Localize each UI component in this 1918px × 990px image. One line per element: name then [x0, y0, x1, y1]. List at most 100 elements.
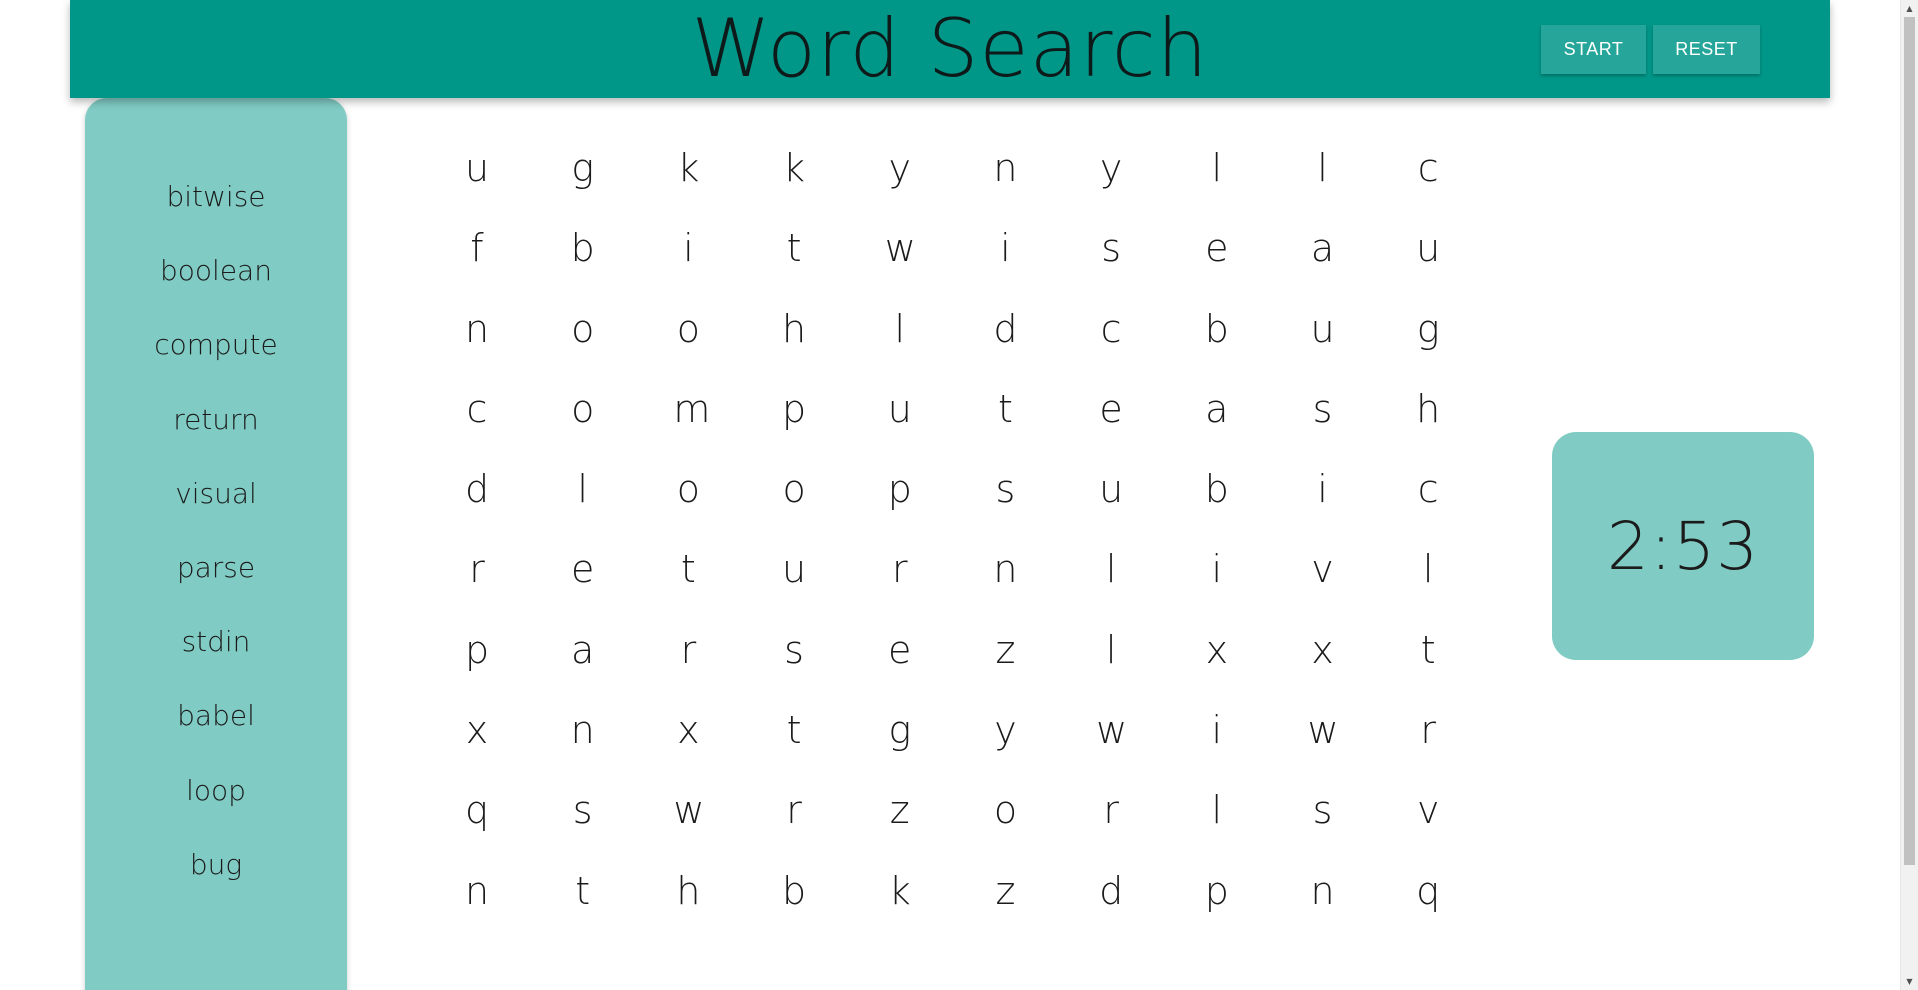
grid-cell[interactable]: z [845, 788, 951, 868]
grid-cell[interactable]: v [1373, 788, 1479, 868]
grid-cell[interactable]: u [1268, 307, 1374, 387]
grid-cell[interactable]: d [1056, 869, 1162, 949]
scroll-down-arrow-icon[interactable]: ▼ [1901, 973, 1918, 990]
grid-cell[interactable]: m [633, 387, 739, 467]
grid-cell[interactable]: t [950, 387, 1056, 467]
grid-cell[interactable]: a [528, 628, 634, 708]
grid-cell[interactable]: k [845, 869, 951, 949]
grid-cell[interactable]: d [950, 307, 1056, 387]
grid-cell[interactable]: u [739, 547, 845, 627]
grid-cell[interactable]: s [1268, 387, 1374, 467]
grid-cell[interactable]: w [633, 788, 739, 868]
grid-cell[interactable]: l [845, 307, 951, 387]
grid-cell[interactable]: k [633, 146, 739, 226]
grid-cell[interactable]: x [1268, 628, 1374, 708]
grid-cell[interactable]: s [528, 788, 634, 868]
grid-cell[interactable]: t [739, 226, 845, 306]
grid-cell[interactable]: x [633, 708, 739, 788]
grid-cell[interactable]: b [1162, 467, 1268, 547]
grid-cell[interactable]: y [1056, 146, 1162, 226]
grid-cell[interactable]: l [528, 467, 634, 547]
grid-cell[interactable]: n [528, 708, 634, 788]
grid-cell[interactable]: z [950, 869, 1056, 949]
grid-cell[interactable]: g [1373, 307, 1479, 387]
grid-cell[interactable]: b [1162, 307, 1268, 387]
grid-cell[interactable]: v [1268, 547, 1374, 627]
grid-cell[interactable]: i [1268, 467, 1374, 547]
grid-cell[interactable]: i [1162, 547, 1268, 627]
grid-cell[interactable]: e [1162, 226, 1268, 306]
grid-cell[interactable]: l [1162, 788, 1268, 868]
scroll-up-arrow-icon[interactable]: ▲ [1901, 0, 1918, 17]
grid-cell[interactable]: o [633, 467, 739, 547]
grid-cell[interactable]: r [633, 628, 739, 708]
vertical-scrollbar[interactable]: ▲ ▼ [1900, 0, 1918, 990]
grid-cell[interactable]: f [422, 226, 528, 306]
grid-cell[interactable]: h [1373, 387, 1479, 467]
grid-cell[interactable]: t [528, 869, 634, 949]
grid-cell[interactable]: z [950, 628, 1056, 708]
grid-cell[interactable]: u [845, 387, 951, 467]
grid-cell[interactable]: o [950, 788, 1056, 868]
grid-cell[interactable]: l [1162, 146, 1268, 226]
grid-cell[interactable]: y [950, 708, 1056, 788]
grid-cell[interactable]: e [845, 628, 951, 708]
scrollbar-thumb[interactable] [1904, 17, 1915, 865]
grid-cell[interactable]: r [422, 547, 528, 627]
grid-cell[interactable]: c [1056, 307, 1162, 387]
grid-cell[interactable]: r [739, 788, 845, 868]
grid-cell[interactable]: k [739, 146, 845, 226]
grid-cell[interactable]: o [633, 307, 739, 387]
grid-cell[interactable]: t [1373, 628, 1479, 708]
grid-cell[interactable]: i [950, 226, 1056, 306]
grid-cell[interactable]: c [1373, 146, 1479, 226]
grid-cell[interactable]: r [1056, 788, 1162, 868]
grid-cell[interactable]: p [845, 467, 951, 547]
grid-cell[interactable]: n [422, 307, 528, 387]
grid-cell[interactable]: g [528, 146, 634, 226]
grid-cell[interactable]: u [422, 146, 528, 226]
grid-cell[interactable]: w [845, 226, 951, 306]
grid-cell[interactable]: q [1373, 869, 1479, 949]
grid-cell[interactable]: n [950, 547, 1056, 627]
grid-cell[interactable]: i [1162, 708, 1268, 788]
grid-cell[interactable]: l [1056, 547, 1162, 627]
reset-button[interactable]: RESET [1653, 25, 1760, 74]
grid-cell[interactable]: n [1268, 869, 1374, 949]
grid-cell[interactable]: p [422, 628, 528, 708]
grid-cell[interactable]: o [528, 307, 634, 387]
grid-cell[interactable]: e [528, 547, 634, 627]
grid-cell[interactable]: p [739, 387, 845, 467]
grid-cell[interactable]: l [1056, 628, 1162, 708]
grid-cell[interactable]: t [633, 547, 739, 627]
grid-cell[interactable]: t [739, 708, 845, 788]
grid-cell[interactable]: w [1268, 708, 1374, 788]
grid-cell[interactable]: q [422, 788, 528, 868]
grid-cell[interactable]: u [1056, 467, 1162, 547]
grid-cell[interactable]: b [739, 869, 845, 949]
grid-cell[interactable]: l [1373, 547, 1479, 627]
grid-cell[interactable]: l [1268, 146, 1374, 226]
grid-cell[interactable]: s [1056, 226, 1162, 306]
grid-cell[interactable]: r [845, 547, 951, 627]
grid-cell[interactable]: e [1056, 387, 1162, 467]
grid-cell[interactable]: p [1162, 869, 1268, 949]
grid-cell[interactable]: o [739, 467, 845, 547]
grid-cell[interactable]: s [1268, 788, 1374, 868]
grid-cell[interactable]: a [1162, 387, 1268, 467]
grid-cell[interactable]: u [1373, 226, 1479, 306]
grid-cell[interactable]: d [422, 467, 528, 547]
start-button[interactable]: START [1541, 25, 1646, 74]
grid-cell[interactable]: i [633, 226, 739, 306]
grid-cell[interactable]: o [528, 387, 634, 467]
grid-cell[interactable]: y [845, 146, 951, 226]
grid-cell[interactable]: s [950, 467, 1056, 547]
grid-cell[interactable]: r [1373, 708, 1479, 788]
grid-cell[interactable]: x [422, 708, 528, 788]
grid-cell[interactable]: b [528, 226, 634, 306]
grid-cell[interactable]: n [950, 146, 1056, 226]
grid-cell[interactable]: n [422, 869, 528, 949]
grid-cell[interactable]: w [1056, 708, 1162, 788]
grid-cell[interactable]: x [1162, 628, 1268, 708]
grid-cell[interactable]: c [1373, 467, 1479, 547]
